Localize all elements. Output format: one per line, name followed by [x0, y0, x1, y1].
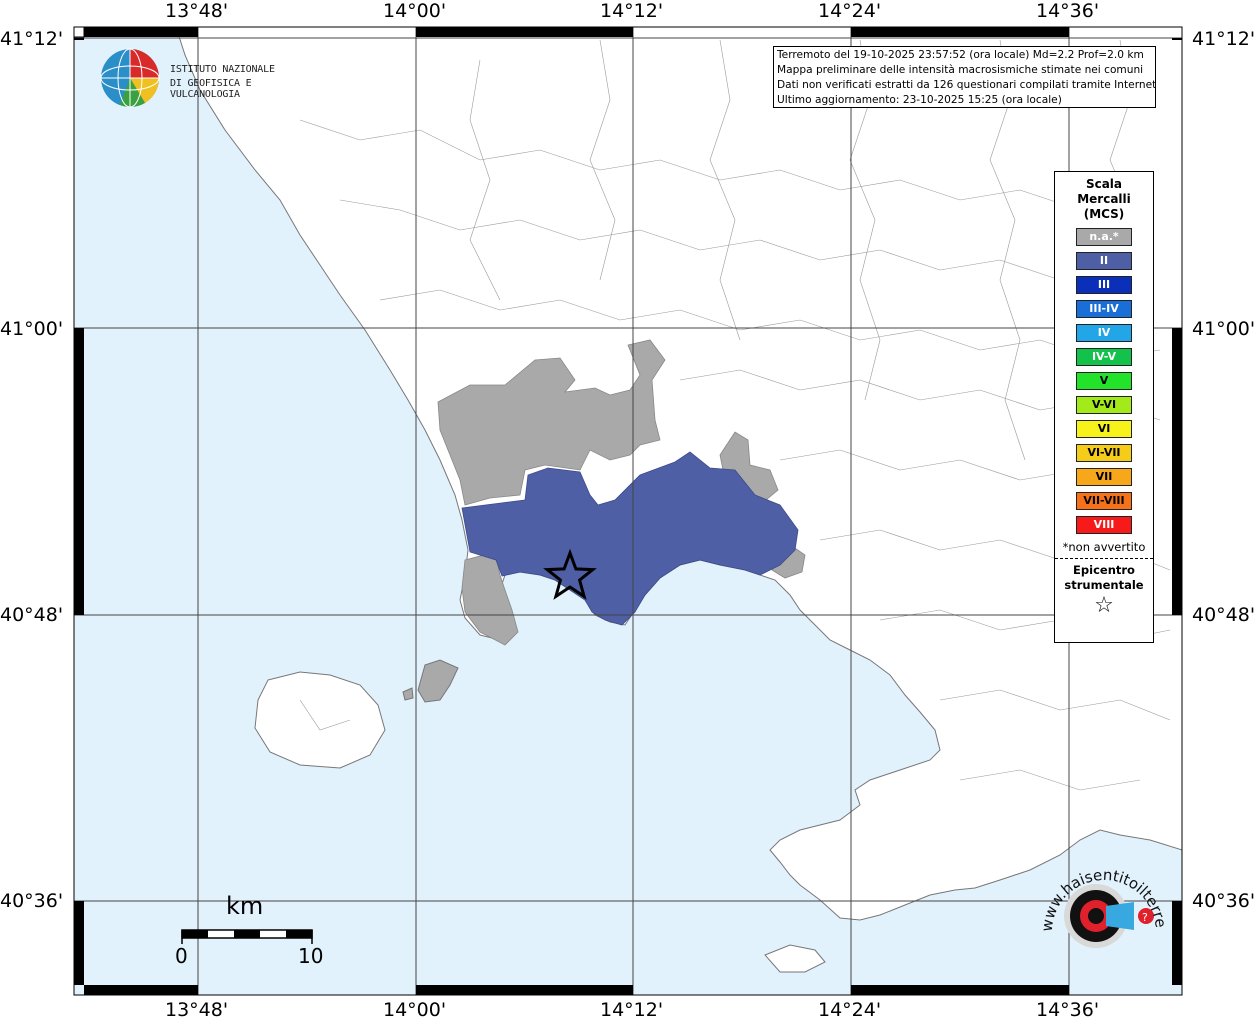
legend-epicenter-label: Epicentro strumentale [1064, 563, 1144, 592]
scale-bar: km 0 10 [175, 890, 324, 970]
scale-min: 0 [175, 944, 188, 968]
legend-item: V-VI [1076, 396, 1132, 414]
legend-title: Scala Mercalli (MCS) [1077, 177, 1131, 221]
lat-label-right: 41°12' [1192, 28, 1256, 50]
legend-item: n.a.* [1076, 228, 1132, 246]
legend-items: n.a.* II III III-IV IV IV-V V V-VI VI VI-VII VII VI… [1055, 228, 1153, 534]
legend-item: VII [1076, 468, 1132, 486]
legend-item: III-IV [1076, 300, 1132, 318]
lon-label-bottom: 14°24' [818, 999, 882, 1021]
lat-label-right: 41°00' [1192, 318, 1256, 340]
info-line: Dati non verificati estratti da 126 ques… [777, 79, 1156, 91]
lat-label-left: 40°48' [0, 604, 64, 626]
info-line: Ultimo aggiornamento: 23-10-2025 15:25 (… [777, 94, 1062, 106]
lon-label-bottom: 13°48' [165, 999, 229, 1021]
mcs-legend: Scala Mercalli (MCS) n.a.* II III III-IV IV I… [1054, 171, 1154, 643]
star-icon: ☆ [1094, 593, 1114, 618]
lat-label-right: 40°36' [1192, 890, 1256, 912]
lat-label-left: 41°12' [0, 28, 64, 50]
legend-item: V [1076, 372, 1132, 390]
lon-label-top: 14°36' [1036, 0, 1100, 22]
info-line: Mappa preliminare delle intensità macros… [777, 64, 1144, 76]
lon-label-bottom: 14°36' [1036, 999, 1100, 1021]
legend-na-note: *non avvertito [1062, 540, 1146, 554]
lon-label-bottom: 14°00' [383, 999, 447, 1021]
scale-unit: km [226, 892, 264, 920]
scale-max: 10 [298, 944, 324, 968]
legend-separator [1055, 558, 1153, 559]
haisentito-logo-graphic: ? www.haisentitoilterremoto.it [1027, 838, 1170, 948]
lat-label-left: 41°00' [0, 318, 64, 340]
event-info-box: Terremoto del 19-10-2025 23:57:52 (ora l… [773, 46, 1156, 108]
lat-label-left: 40°36' [0, 890, 64, 912]
lon-label-top: 14°24' [818, 0, 882, 22]
globe-icon [100, 48, 160, 108]
legend-item: VII-VIII [1076, 492, 1132, 510]
haisentito-logo: ? www.haisentitoilterremoto.it [1027, 838, 1174, 982]
legend-item: II [1076, 252, 1132, 270]
logo-line2: DI GEOFISICA E VULCANOLOGIA [170, 78, 252, 100]
legend-item: VIII [1076, 516, 1132, 534]
legend-item: IV-V [1076, 348, 1132, 366]
lon-label-bottom: 14°12' [600, 999, 664, 1021]
lon-label-top: 14°00' [383, 0, 447, 22]
info-line: Terremoto del 19-10-2025 23:57:52 (ora l… [777, 49, 1144, 61]
lon-label-top: 14°12' [600, 0, 664, 22]
logo-line1: ISTITUTO NAZIONALE [170, 64, 275, 75]
legend-item: VI-VII [1076, 444, 1132, 462]
lat-label-right: 40°48' [1192, 604, 1256, 626]
svg-text:?: ? [1142, 911, 1148, 924]
legend-item: III [1076, 276, 1132, 294]
lon-label-top: 13°48' [165, 0, 229, 22]
ingv-logo: ISTITUTO NAZIONALE DI GEOFISICA E VULCAN… [100, 48, 320, 110]
legend-item: VI [1076, 420, 1132, 438]
legend-item: IV [1076, 324, 1132, 342]
